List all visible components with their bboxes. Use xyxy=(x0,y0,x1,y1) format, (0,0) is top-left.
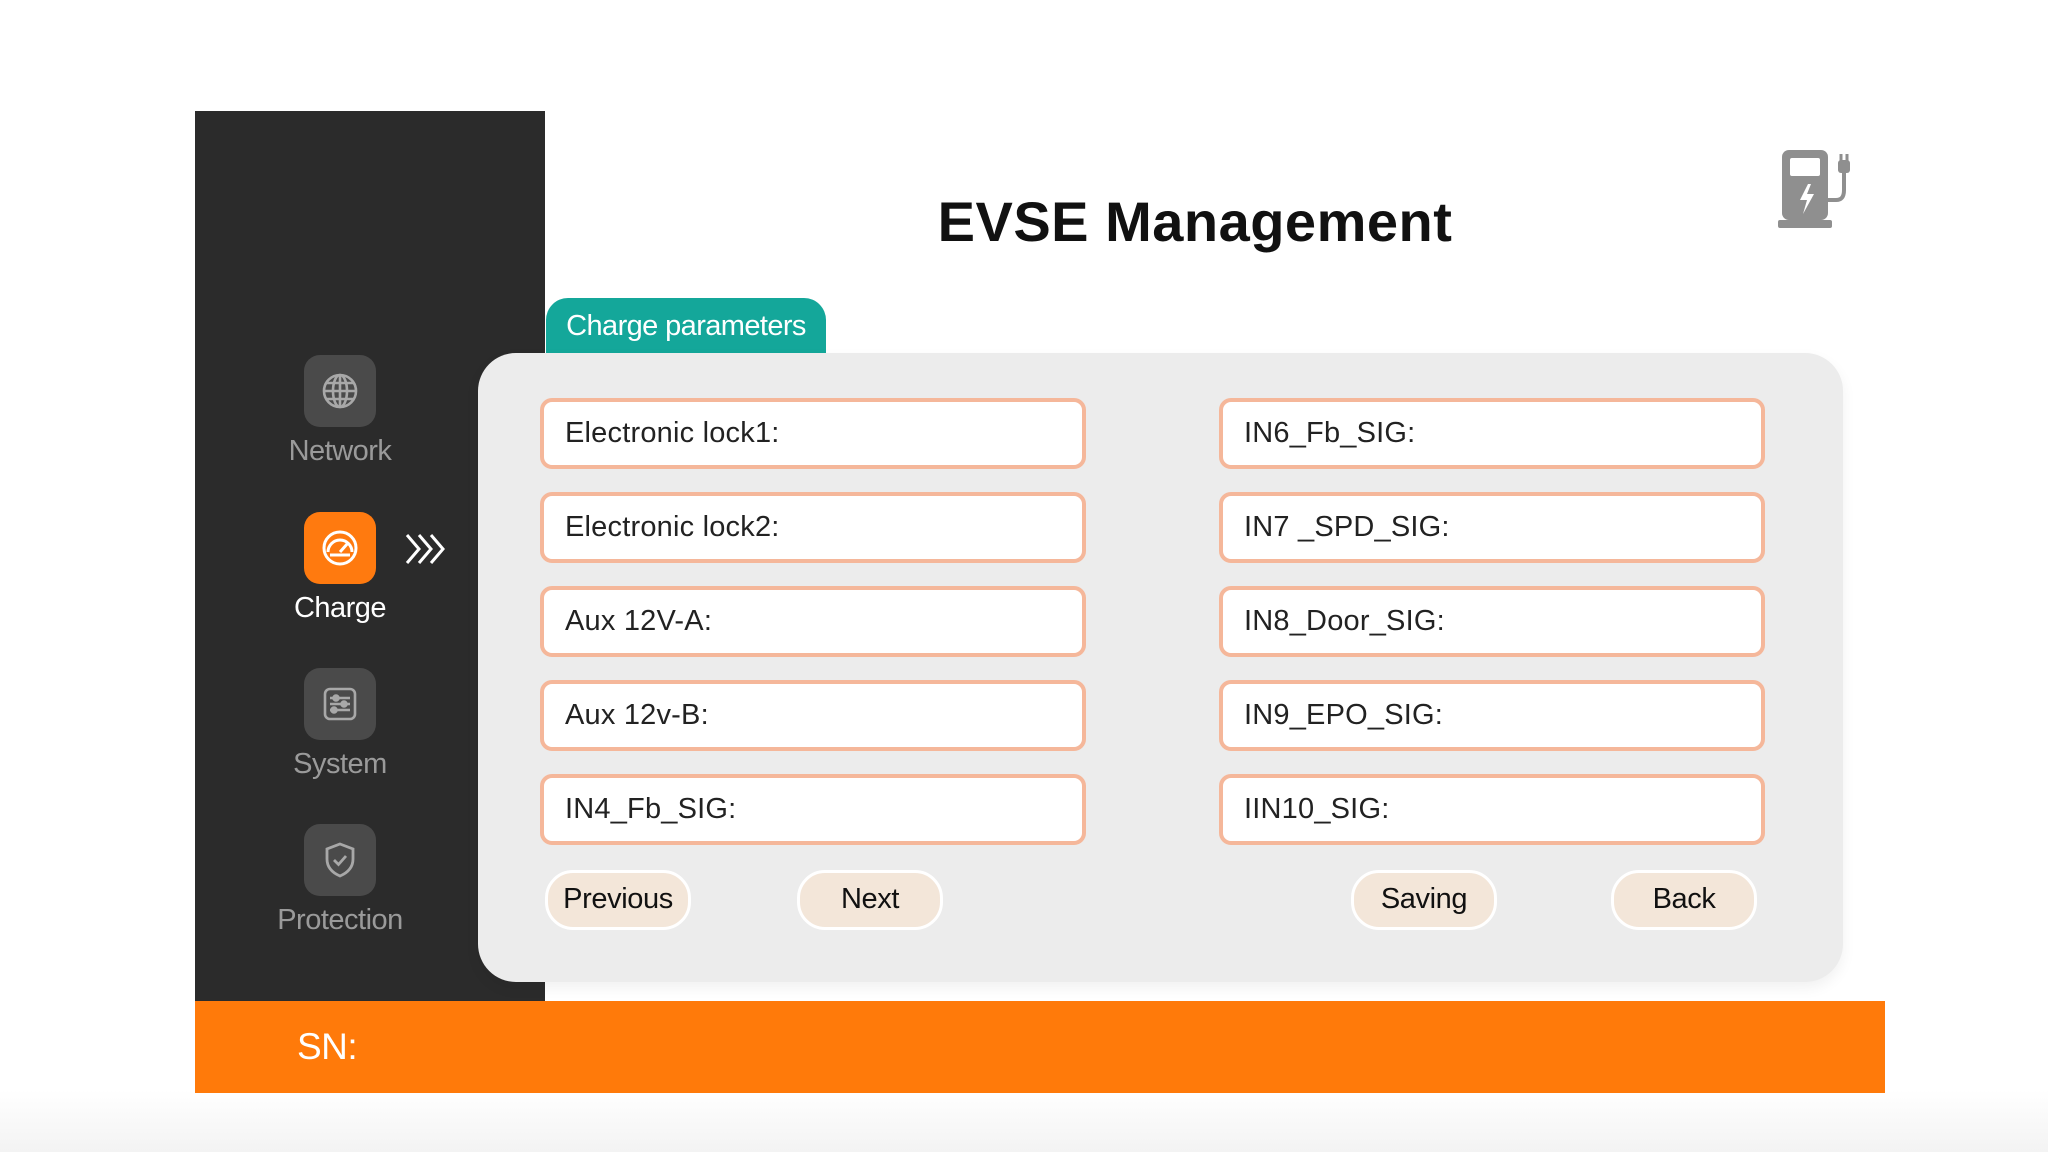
charge-parameters-panel: Electronic lock1: Electronic lock2: Aux … xyxy=(478,353,1843,982)
in9-epo-sig-field[interactable]: IN9_EPO_SIG: xyxy=(1219,680,1765,751)
sidebar-item-system[interactable]: System xyxy=(195,668,485,781)
settings-list-icon xyxy=(304,668,376,740)
back-button[interactable]: Back xyxy=(1611,870,1757,930)
iin10-sig-field[interactable]: IIN10_SIG: xyxy=(1219,774,1765,845)
in7-spd-sig-field[interactable]: IN7 _SPD_SIG: xyxy=(1219,492,1765,563)
aux-12v-b-field[interactable]: Aux 12v-B: xyxy=(540,680,1086,751)
serial-number-label: SN: xyxy=(297,1026,358,1067)
electronic-lock1-field[interactable]: Electronic lock1: xyxy=(540,398,1086,469)
in4-fb-sig-field[interactable]: IN4_Fb_SIG: xyxy=(540,774,1086,845)
page-title: EVSE Management xyxy=(937,190,1453,253)
hmi-screen: Network Charge System Protection EVSE Ma… xyxy=(195,111,1885,1093)
sidebar-item-label: System xyxy=(293,748,387,780)
shield-check-icon xyxy=(304,824,376,896)
status-bar: SN: xyxy=(195,1001,1885,1093)
page-bottom-fade xyxy=(0,1090,2048,1152)
saving-button[interactable]: Saving xyxy=(1351,870,1497,930)
sidebar-item-label: Charge xyxy=(293,592,387,624)
triple-chevron-right-icon xyxy=(405,534,445,564)
sidebar-item-network[interactable]: Network xyxy=(195,355,485,468)
previous-button[interactable]: Previous xyxy=(545,870,691,930)
in8-door-sig-field[interactable]: IN8_Door_SIG: xyxy=(1219,586,1765,657)
in6-fb-sig-field[interactable]: IN6_Fb_SIG: xyxy=(1219,398,1765,469)
electronic-lock2-field[interactable]: Electronic lock2: xyxy=(540,492,1086,563)
charge-gauge-icon xyxy=(304,512,376,584)
globe-icon xyxy=(304,355,376,427)
sidebar-item-label: Network xyxy=(288,435,392,467)
sidebar-item-protection[interactable]: Protection xyxy=(195,824,485,937)
aux-12v-a-field[interactable]: Aux 12V-A: xyxy=(540,586,1086,657)
next-button[interactable]: Next xyxy=(797,870,943,930)
ev-charger-icon xyxy=(1778,150,1850,228)
sidebar-item-label: Protection xyxy=(277,904,403,936)
